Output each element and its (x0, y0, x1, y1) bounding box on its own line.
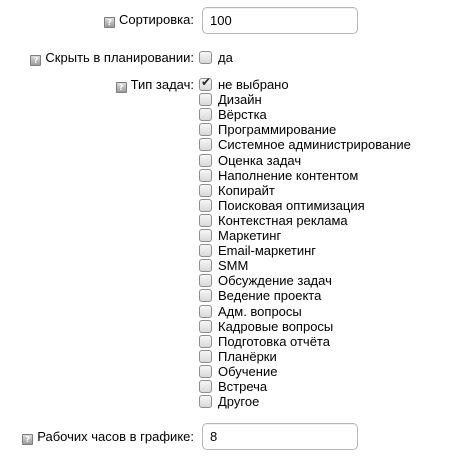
task-type-option-label: Другое (218, 394, 260, 409)
task-type-label: Тип задач: (130, 77, 194, 92)
checkmark-icon: ✔ (201, 75, 212, 89)
task-type-checkbox[interactable]: ✔ (199, 75, 212, 91)
task-type-checkbox[interactable]: ✔ (199, 138, 212, 151)
task-type-option-label: Планёрки (218, 349, 277, 364)
task-type-option-label: Вёрстка (218, 107, 267, 122)
task-type-option-label: Ведение проекта (218, 288, 322, 303)
sort-label: Сортировка: (119, 12, 194, 27)
task-type-checkbox[interactable]: ✔ (199, 199, 212, 212)
help-icon[interactable]: ? (30, 55, 42, 66)
hide-in-planning-label: Скрыть в планировании: (45, 50, 194, 65)
task-type-checkbox[interactable]: ✔ (199, 335, 212, 348)
task-type-option-label: Наполнение контентом (218, 168, 359, 183)
task-type-checkbox[interactable]: ✔ (199, 350, 212, 363)
task-type-option-label: Маркетинг (218, 228, 282, 243)
task-type-checkbox[interactable]: ✔ (199, 154, 212, 167)
task-type-checkbox[interactable]: ✔ (199, 244, 212, 257)
task-type-checkbox[interactable]: ✔ (199, 274, 212, 287)
task-type-checkbox[interactable]: ✔ (199, 108, 212, 121)
task-type-option-label: Адм. вопросы (218, 304, 302, 319)
task-type-option-label: Копирайт (218, 183, 275, 198)
sort-label-cell: ? Сортировка: (104, 12, 194, 28)
task-type-checkbox[interactable]: ✔ (199, 289, 212, 302)
work-hours-label-cell: ? Рабочих часов в графике: (22, 429, 194, 445)
task-type-option-label: Системное администрирование (218, 137, 411, 152)
task-type-option-label: не выбрано (218, 77, 289, 92)
work-hours-label: Рабочих часов в графике: (37, 429, 194, 444)
work-hours-input[interactable] (202, 423, 358, 450)
task-type-option-label: Обучение (218, 364, 278, 379)
task-type-checkbox[interactable]: ✔ (199, 380, 212, 393)
task-type-checkbox[interactable]: ✔ (199, 320, 212, 333)
hide-in-planning-label-cell: ? Скрыть в планировании: (30, 50, 194, 66)
hide-in-planning-checkbox[interactable]: ✔ (199, 51, 212, 64)
hide-in-planning-option-label: да (218, 50, 233, 65)
task-type-checkbox[interactable]: ✔ (199, 169, 212, 182)
sort-input[interactable] (202, 7, 358, 34)
task-type-checkbox[interactable]: ✔ (199, 214, 212, 227)
task-type-checkbox[interactable]: ✔ (199, 229, 212, 242)
task-type-checkbox[interactable]: ✔ (199, 93, 212, 106)
task-type-checkbox[interactable]: ✔ (199, 395, 212, 408)
task-type-option-label: Дизайн (218, 92, 262, 107)
task-type-checkbox[interactable]: ✔ (199, 259, 212, 272)
task-type-label-cell: ? Тип задач: (115, 77, 194, 93)
task-type-option-label: Поисковая оптимизация (218, 198, 365, 213)
task-type-option-label: Программирование (218, 122, 337, 137)
task-type-option-label: Обсуждение задач (218, 273, 332, 288)
task-type-option-label: Оценка задач (218, 153, 302, 168)
task-type-option-label: Кадровые вопросы (218, 319, 334, 334)
task-type-checkbox[interactable]: ✔ (199, 305, 212, 318)
task-type-checkbox[interactable]: ✔ (199, 184, 212, 197)
task-type-checkbox[interactable]: ✔ (199, 123, 212, 136)
task-type-option-label: Встреча (218, 379, 268, 394)
help-icon[interactable]: ? (115, 82, 127, 93)
task-type-option-label: Подготовка отчёта (218, 334, 330, 349)
task-type-option-label: Email-маркетинг (218, 243, 317, 258)
task-type-option-label: Контекстная реклама (218, 213, 348, 228)
task-type-option-label: SMM (218, 258, 249, 273)
task-type-checkbox[interactable]: ✔ (199, 365, 212, 378)
help-icon[interactable]: ? (22, 434, 34, 445)
help-icon[interactable]: ? (104, 17, 116, 28)
